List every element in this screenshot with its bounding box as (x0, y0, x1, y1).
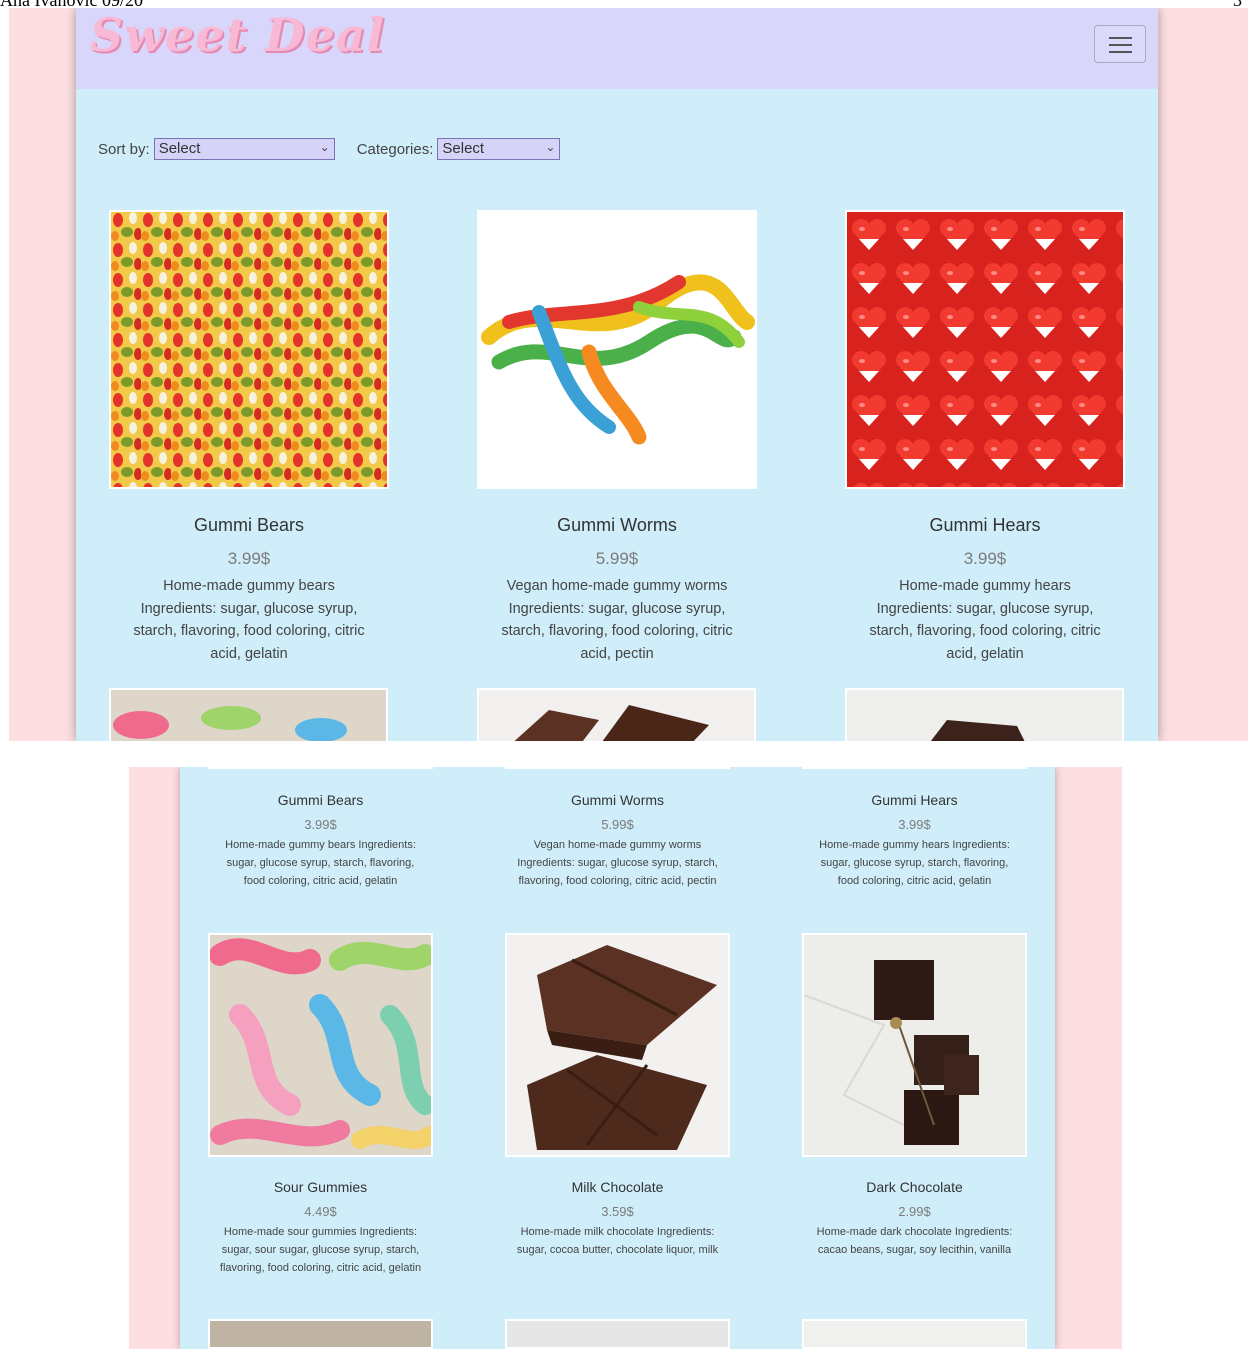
product-name: Gummi Hears (871, 792, 958, 808)
product-image-sour-gummies[interactable] (109, 688, 388, 741)
product-description: Vegan home-made gummy worms Ingredients:… (501, 578, 733, 662)
product-name: Sour Gummies (273, 1179, 368, 1195)
product-price: 3.59$ (601, 1204, 634, 1219)
document-author: Ana Ivanović 09/20 (0, 0, 143, 8)
product-card[interactable]: Gummi Worms 5.99$ Vegan home-made gummy … (505, 792, 730, 890)
hamburger-icon[interactable] (1094, 25, 1146, 63)
product-price: 5.99$ (595, 549, 639, 568)
product-description: Home-made sour gummies Ingredients: suga… (219, 1226, 422, 1274)
chevron-down-icon: ⌄ (319, 140, 330, 154)
product-card[interactable]: Dark Chocolate 2.99$ Home-made dark choc… (802, 1179, 1027, 1259)
shop-page: Gummi Bears 3.99$ Home-made gummy bears … (180, 767, 1055, 1349)
product-image-gummi-worms[interactable] (505, 767, 730, 769)
categories-select-value: Select (442, 140, 485, 157)
product-description: Home-made gummy hears Ingredients: sugar… (869, 578, 1101, 662)
product-card[interactable]: Gummi Bears 3.99$ Home-made gummy bears … (208, 792, 433, 890)
product-price: 3.99$ (304, 817, 337, 832)
product-card[interactable]: Gummi Hears 3.99$ Home-made gummy hears … (802, 792, 1027, 890)
product-price: 4.49$ (304, 1204, 337, 1219)
screenshot-bottom: Gummi Bears 3.99$ Home-made gummy bears … (129, 767, 1122, 1349)
product-description: Home-made gummy bears Ingredients: sugar… (225, 839, 416, 887)
product-description: Home-made dark chocolate Ingredients: ca… (816, 1226, 1013, 1256)
product-card[interactable]: Gummi Bears 3.99$ Home-made gummy bears … (109, 210, 389, 665)
product-name: Milk Chocolate (571, 1179, 664, 1195)
product-price: 3.99$ (963, 549, 1007, 568)
product-description: Vegan home-made gummy worms Ingredients:… (517, 839, 718, 887)
site-logo[interactable]: Sweet Deal (90, 8, 385, 62)
product-image[interactable] (505, 1319, 730, 1349)
chevron-down-icon: ⌄ (545, 140, 556, 154)
product-price: 3.99$ (898, 817, 931, 832)
product-image-milk-chocolate[interactable] (505, 933, 730, 1157)
product-image-gummi-worms[interactable] (477, 210, 757, 489)
product-image-dark-chocolate[interactable] (845, 688, 1124, 741)
product-image-gummi-hears[interactable] (845, 210, 1125, 489)
product-image-gummi-hears[interactable] (802, 767, 1027, 769)
screenshot-top: Sweet Deal Sort by: Select ⌄ Categories:… (9, 8, 1248, 741)
product-card[interactable]: Gummi Worms 5.99$ Vegan home-made gummy … (477, 210, 757, 665)
categories-select[interactable]: Select ⌄ (437, 138, 561, 160)
product-image[interactable] (802, 1319, 1027, 1349)
product-card[interactable]: Milk Chocolate 3.59$ Home-made milk choc… (505, 1179, 730, 1259)
document-header: Ana Ivanović 09/20 3 (0, 0, 1248, 8)
product-image-dark-chocolate[interactable] (802, 933, 1027, 1157)
product-description: Home-made milk chocolate Ingredients: su… (516, 1226, 719, 1256)
shop-page: Sweet Deal Sort by: Select ⌄ Categories:… (76, 8, 1158, 741)
product-name: Gummi Worms (570, 792, 665, 808)
categories-label: Categories: (356, 140, 434, 158)
sort-select[interactable]: Select ⌄ (153, 138, 335, 160)
product-card[interactable]: Sour Gummies 4.49$ Home-made sour gummie… (208, 1179, 433, 1277)
filter-bar: Sort by: Select ⌄ Categories: Select ⌄ (98, 138, 561, 160)
product-image-milk-chocolate[interactable] (477, 688, 756, 741)
product-name: Dark Chocolate (866, 1179, 963, 1195)
product-name: Gummi Worms (557, 515, 677, 535)
product-image-sour-gummies[interactable] (208, 933, 433, 1157)
product-price: 3.99$ (227, 549, 271, 568)
navbar: Sweet Deal (76, 8, 1158, 89)
product-price: 5.99$ (601, 817, 634, 832)
product-name: Gummi Bears (193, 515, 305, 535)
product-image[interactable] (208, 1319, 433, 1349)
sort-select-value: Select (158, 140, 201, 157)
product-name: Gummi Bears (277, 792, 364, 808)
product-description: Home-made gummy bears Ingredients: sugar… (133, 578, 365, 662)
product-card[interactable]: Gummi Hears 3.99$ Home-made gummy hears … (845, 210, 1125, 665)
product-description: Home-made gummy hears Ingredients: sugar… (819, 839, 1010, 887)
product-image-gummi-bears[interactable] (208, 767, 433, 769)
product-name: Gummi Hears (929, 515, 1041, 535)
product-price: 2.99$ (898, 1204, 931, 1219)
product-image-gummi-bears[interactable] (109, 210, 389, 489)
document-page-number: 3 (1233, 0, 1242, 8)
sort-label: Sort by: (98, 140, 150, 158)
